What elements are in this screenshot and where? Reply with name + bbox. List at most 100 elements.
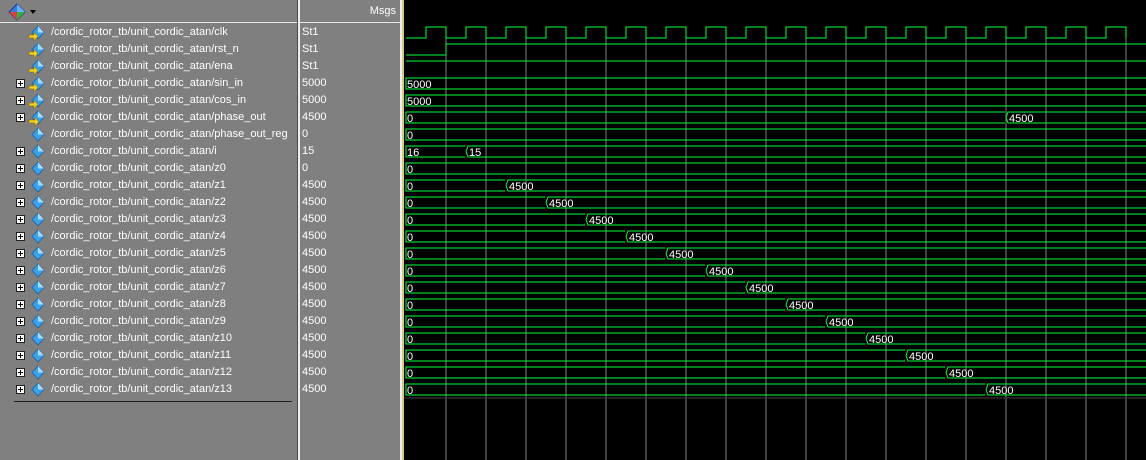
bus-value-label: 0	[407, 300, 413, 312]
signal-value[interactable]: 4500	[300, 211, 400, 228]
signal-value[interactable]: 4500	[300, 279, 400, 296]
signal-row[interactable]: /cordic_rotor_tb/unit_cordic_atan/cos_in	[0, 92, 298, 110]
signal-row[interactable]: /cordic_rotor_tb/unit_cordic_atan/phase_…	[0, 109, 298, 127]
expand-plus-icon[interactable]	[16, 385, 25, 394]
signal-value[interactable]: 15	[300, 143, 400, 160]
expand-plus-icon[interactable]	[16, 351, 25, 360]
signal-value[interactable]: 4500	[300, 381, 400, 398]
signal-row[interactable]: /cordic_rotor_tb/unit_cordic_atan/z11	[0, 347, 298, 364]
expand-plus-icon[interactable]	[16, 334, 25, 343]
signal-reg-icon	[28, 126, 46, 143]
signal-row[interactable]: /cordic_rotor_tb/unit_cordic_atan/z3	[0, 211, 298, 228]
signal-value[interactable]: 4500	[300, 347, 400, 364]
signal-row[interactable]: /cordic_rotor_tb/unit_cordic_atan/z6	[0, 262, 298, 279]
signal-value[interactable]: 4500	[300, 245, 400, 262]
waveform-canvas[interactable]: 5000 5000 0 4500 0 16 15 0 0 4500 0 4500 0 4500 0 4500 0…	[404, 0, 1146, 460]
signal-row[interactable]: /cordic_rotor_tb/unit_cordic_atan/i	[0, 143, 298, 160]
bus-value-label: 0	[407, 334, 413, 346]
signal-row[interactable]: /cordic_rotor_tb/unit_cordic_atan/ena	[0, 58, 298, 76]
expand-plus-icon[interactable]	[16, 232, 25, 241]
expand-plus-icon[interactable]	[16, 164, 25, 173]
signal-row[interactable]: /cordic_rotor_tb/unit_cordic_atan/z1	[0, 177, 298, 194]
signal-name: /cordic_rotor_tb/unit_cordic_atan/z4	[51, 230, 226, 242]
signal-value[interactable]: 4500	[300, 177, 400, 194]
signal-name-list[interactable]: /cordic_rotor_tb/unit_cordic_atan/clk/co…	[0, 24, 298, 402]
expand-plus-icon[interactable]	[16, 181, 25, 190]
expand-plus-icon[interactable]	[16, 198, 25, 207]
signal-value[interactable]: 5000	[300, 92, 400, 109]
bus-trace	[405, 128, 1146, 141]
bus-value-label: 5000	[407, 96, 431, 108]
signal-row[interactable]: /cordic_rotor_tb/unit_cordic_atan/clk	[0, 24, 298, 42]
msgs-header: Msgs	[300, 0, 400, 23]
signal-value[interactable]: St1	[300, 24, 400, 41]
signal-row[interactable]: /cordic_rotor_tb/unit_cordic_atan/z13	[0, 381, 298, 398]
signal-value[interactable]: 0	[300, 160, 400, 177]
signal-value[interactable]: 0	[300, 126, 400, 143]
signal-value[interactable]: 4500	[300, 330, 400, 347]
signal-row[interactable]: /cordic_rotor_tb/unit_cordic_atan/z0	[0, 160, 298, 177]
signal-reg-icon	[28, 177, 46, 194]
signal-values-pane[interactable]: Msgs St1 St1 St1 5000 5000 4500 0 15 0 4500 4500 45…	[300, 0, 400, 460]
signal-name: /cordic_rotor_tb/unit_cordic_atan/rst_n	[51, 43, 239, 55]
signal-row[interactable]: /cordic_rotor_tb/unit_cordic_atan/z5	[0, 245, 298, 262]
signal-row[interactable]: /cordic_rotor_tb/unit_cordic_atan/z10	[0, 330, 298, 347]
signal-name: /cordic_rotor_tb/unit_cordic_atan/z12	[51, 366, 232, 378]
bus-value-label: 0	[407, 215, 413, 227]
signal-value[interactable]: 4500	[300, 109, 400, 126]
signal-value[interactable]: 5000	[300, 75, 400, 92]
signal-row[interactable]: /cordic_rotor_tb/unit_cordic_atan/z12	[0, 364, 298, 381]
expand-plus-icon[interactable]	[16, 96, 25, 105]
expand-plus-icon[interactable]	[16, 147, 25, 156]
signal-name: /cordic_rotor_tb/unit_cordic_atan/z11	[51, 349, 232, 361]
expand-plus-icon[interactable]	[16, 283, 25, 292]
signal-names-pane[interactable]: /cordic_rotor_tb/unit_cordic_atan/clk/co…	[0, 0, 298, 460]
expand-plus-icon[interactable]	[16, 113, 25, 122]
bus-value-label: 0	[407, 181, 413, 193]
signal-row[interactable]: /cordic_rotor_tb/unit_cordic_atan/rst_n	[0, 41, 298, 59]
signal-value-list[interactable]: St1 St1 St1 5000 5000 4500 0 15 0 4500 4500 4500 450…	[300, 24, 400, 402]
bus-trace	[665, 247, 1146, 260]
signal-row[interactable]: /cordic_rotor_tb/unit_cordic_atan/z7	[0, 279, 298, 296]
signal-value[interactable]: St1	[300, 41, 400, 58]
signal-value[interactable]: St1	[300, 58, 400, 75]
bus-trace	[405, 196, 545, 209]
bus-trace	[405, 264, 705, 277]
names-header	[0, 0, 298, 23]
waveform-pane[interactable]: 5000 5000 0 4500 0 16 15 0 0 4500 0 4500 0 4500 0 4500 0…	[402, 0, 1146, 460]
expand-plus-icon[interactable]	[16, 215, 25, 224]
signal-row[interactable]: /cordic_rotor_tb/unit_cordic_atan/z8	[0, 296, 298, 313]
expand-plus-icon[interactable]	[16, 300, 25, 309]
expand-plus-icon[interactable]	[16, 368, 25, 377]
expand-plus-icon[interactable]	[16, 249, 25, 258]
signal-reg-icon	[28, 313, 46, 330]
signal-row[interactable]: /cordic_rotor_tb/unit_cordic_atan/z2	[0, 194, 298, 211]
signal-row[interactable]: /cordic_rotor_tb/unit_cordic_atan/z4	[0, 228, 298, 245]
bus-trace	[405, 111, 1005, 124]
signal-value[interactable]: 4500	[300, 296, 400, 313]
bus-trace	[825, 315, 1146, 328]
signal-value[interactable]: 4500	[300, 194, 400, 211]
signal-row[interactable]: /cordic_rotor_tb/unit_cordic_atan/sin_in	[0, 75, 298, 93]
signal-input-icon	[28, 75, 46, 93]
wave-logo-icon[interactable]	[6, 2, 36, 22]
signal-row[interactable]: /cordic_rotor_tb/unit_cordic_atan/phase_…	[0, 126, 298, 143]
expand-plus-icon[interactable]	[16, 79, 25, 88]
signal-value[interactable]: 4500	[300, 364, 400, 381]
signal-name: /cordic_rotor_tb/unit_cordic_atan/z2	[51, 196, 226, 208]
bus-value-label: 4500	[989, 385, 1013, 397]
signal-reg-icon	[28, 143, 46, 160]
bus-trace	[405, 179, 505, 192]
signal-value[interactable]: 4500	[300, 228, 400, 245]
signal-name: /cordic_rotor_tb/unit_cordic_atan/z10	[51, 332, 232, 344]
expand-plus-icon[interactable]	[16, 317, 25, 326]
signal-name: /cordic_rotor_tb/unit_cordic_atan/z1	[51, 179, 226, 191]
signal-row[interactable]: /cordic_rotor_tb/unit_cordic_atan/z9	[0, 313, 298, 330]
bus-trace	[585, 213, 1146, 226]
expand-plus-icon[interactable]	[16, 266, 25, 275]
bus-value-label: 4500	[509, 181, 533, 193]
names-empty-area	[8, 402, 298, 460]
signal-value[interactable]: 4500	[300, 313, 400, 330]
signal-reg-icon	[28, 279, 46, 296]
signal-value[interactable]: 4500	[300, 262, 400, 279]
